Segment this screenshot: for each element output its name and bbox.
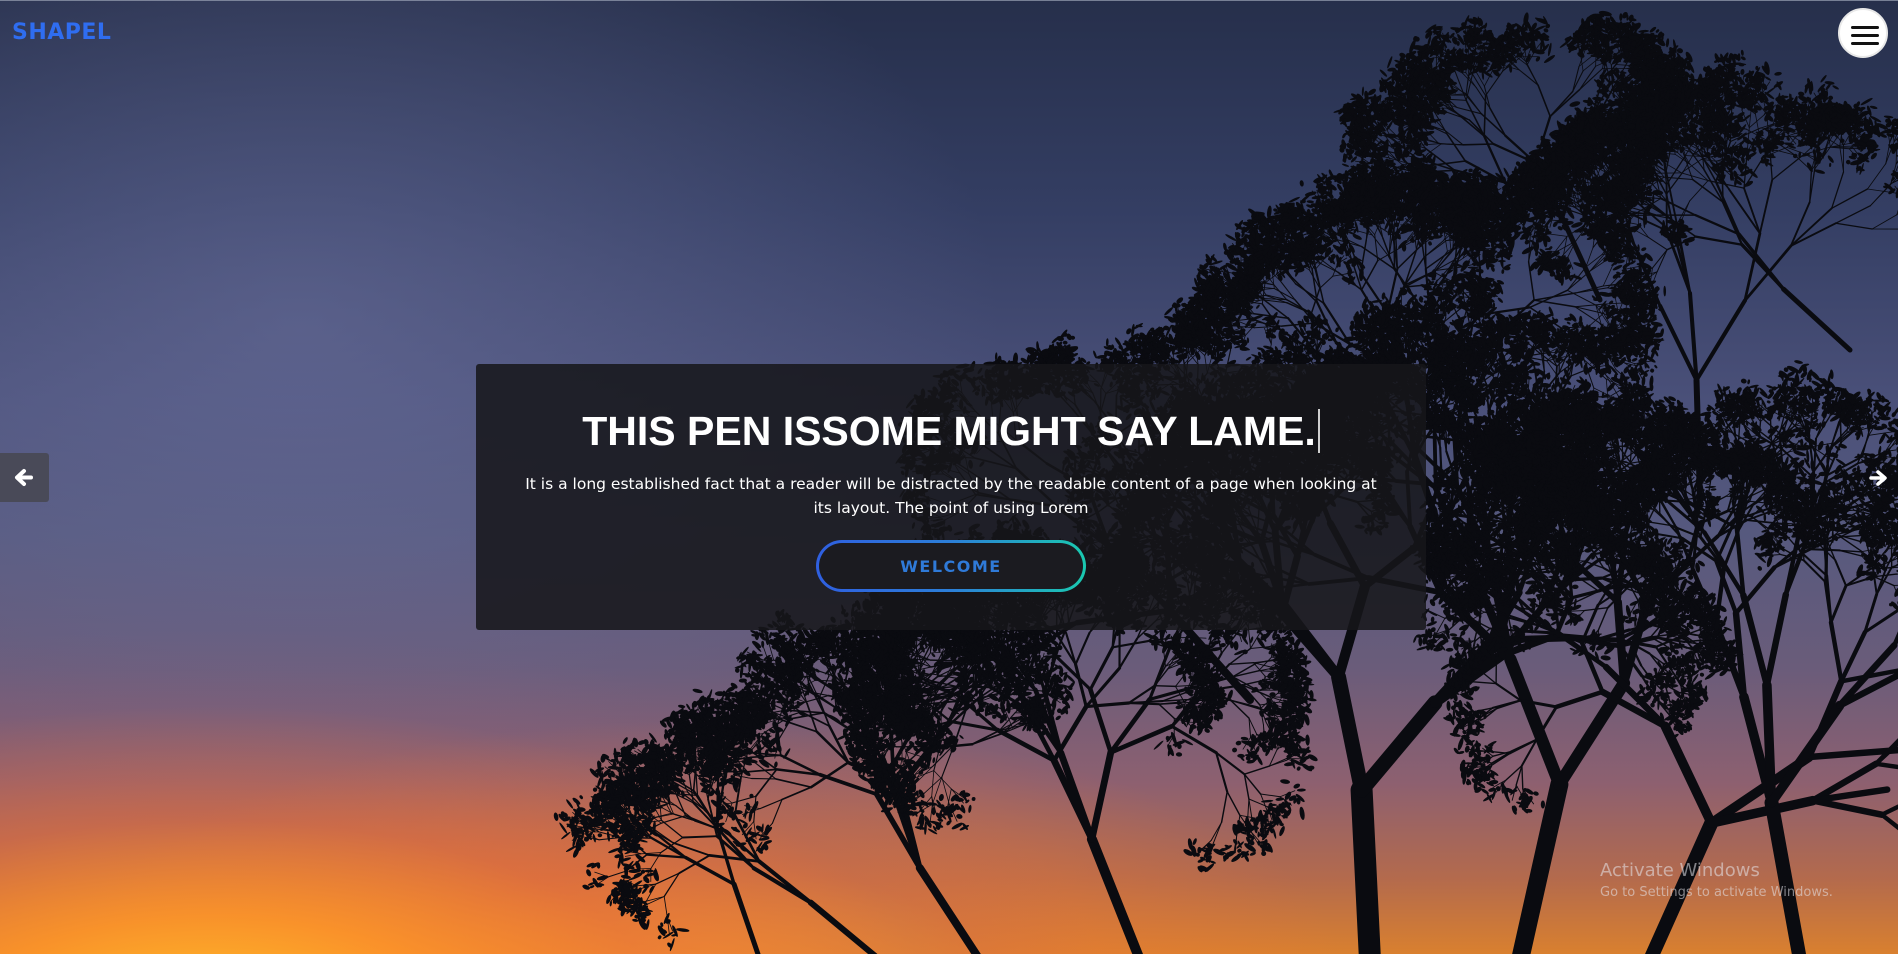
activate-windows-watermark: Activate Windows Go to Settings to activ… (1600, 860, 1833, 900)
hero-title: THIS PEN ISSOME MIGHT SAY LAME. (476, 408, 1426, 455)
menu-button[interactable] (1838, 8, 1888, 58)
hero-caption-box: THIS PEN ISSOME MIGHT SAY LAME. It is a … (476, 364, 1426, 630)
next-slide-button[interactable] (1862, 461, 1894, 495)
hero-title-text: THIS PEN ISSOME MIGHT SAY LAME. (582, 408, 1316, 454)
arrow-left-icon (15, 469, 33, 486)
typing-caret (1317, 409, 1320, 453)
hamburger-menu-icon (1851, 26, 1879, 29)
watermark-subtitle: Go to Settings to activate Windows. (1600, 885, 1833, 900)
watermark-title: Activate Windows (1600, 860, 1833, 881)
brand-logo[interactable]: SHAPEL (12, 20, 111, 45)
top-border (0, 0, 1898, 1)
welcome-button[interactable]: WELCOME (816, 540, 1086, 592)
prev-slide-button[interactable] (0, 453, 49, 502)
welcome-button-label: WELCOME (819, 543, 1083, 589)
arrow-right-icon (1869, 470, 1887, 486)
hero-description: It is a long established fact that a rea… (521, 472, 1381, 520)
hero-slide: SHAPEL THIS PEN ISSOME MIGHT SAY LAME. I… (0, 0, 1898, 954)
